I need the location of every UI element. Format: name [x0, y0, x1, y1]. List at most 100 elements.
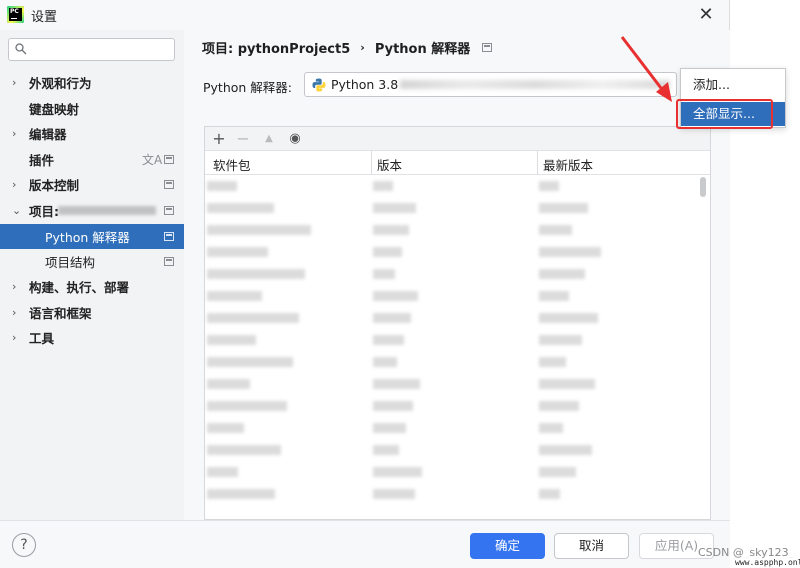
ok-button[interactable]: 确定 [470, 533, 545, 559]
sidebar-item-project-structure[interactable]: 项目结构 [0, 249, 184, 274]
settings-search[interactable] [8, 38, 175, 61]
redacted-cell [373, 269, 395, 279]
sidebar-item-project[interactable]: ⌄ 项目: [0, 198, 184, 223]
redacted-cell [539, 423, 563, 433]
packages-table-body[interactable] [205, 175, 710, 519]
sidebar-item-label: 编辑器 [29, 127, 67, 142]
breadcrumb-separator: › [360, 41, 365, 54]
column-header-version[interactable]: 版本 [377, 155, 402, 174]
redacted-cell [373, 401, 413, 411]
search-input[interactable] [33, 41, 171, 58]
table-row[interactable] [205, 461, 700, 483]
table-row[interactable] [205, 373, 700, 395]
sidebar-item-build-execution[interactable]: › 构建、执行、部署 [0, 274, 184, 299]
redacted-cell [539, 357, 566, 367]
table-row[interactable] [205, 417, 700, 439]
sidebar-item-tools[interactable]: › 工具 [0, 325, 184, 350]
watermark-site: www.aspphp.online [735, 558, 800, 567]
project-scope-icon [164, 257, 174, 266]
table-row[interactable] [205, 241, 700, 263]
table-row[interactable] [205, 175, 700, 197]
redacted-cell [373, 203, 416, 213]
table-row[interactable] [205, 263, 700, 285]
redacted-project-name [58, 206, 156, 215]
redacted-cell [373, 313, 411, 323]
table-row[interactable] [205, 351, 700, 373]
breadcrumb-project: 项目: pythonProject5 [202, 42, 351, 57]
redacted-cell [373, 445, 399, 455]
table-row[interactable] [205, 329, 700, 351]
redacted-cell [373, 379, 420, 389]
breadcrumb-page: Python 解释器 [374, 42, 471, 57]
remove-package-button[interactable]: − [233, 129, 253, 149]
upgrade-package-button[interactable]: ▲ [259, 129, 279, 149]
redacted-cell [373, 291, 418, 301]
redacted-cell [373, 467, 422, 477]
chevron-right-icon: › [12, 280, 17, 293]
chevron-right-icon: › [12, 178, 17, 191]
sidebar-item-label: 外观和行为 [29, 76, 92, 91]
sidebar-item-version-control[interactable]: › 版本控制 [0, 172, 184, 197]
sidebar-item-editor[interactable]: › 编辑器 [0, 121, 184, 146]
redacted-cell [539, 489, 560, 499]
project-scope-icon [164, 232, 174, 241]
table-row[interactable] [205, 439, 700, 461]
highlight-box [676, 99, 773, 129]
project-scope-icon [164, 180, 174, 189]
help-button[interactable]: ? [12, 533, 36, 557]
table-row[interactable] [205, 395, 700, 417]
sidebar-item-label: 项目: [29, 204, 59, 219]
eye-icon[interactable]: ◉ [285, 129, 305, 149]
cancel-button[interactable]: 取消 [554, 533, 629, 559]
pycharm-logo-icon: PC [7, 6, 24, 23]
redacted-cell [207, 401, 287, 411]
table-scrollbar[interactable] [700, 177, 706, 197]
redacted-cell [539, 269, 585, 279]
redacted-cell [539, 401, 579, 411]
table-row[interactable] [205, 483, 700, 505]
column-header-latest[interactable]: 最新版本 [543, 155, 593, 174]
table-row[interactable] [205, 285, 700, 307]
redacted-cell [373, 357, 397, 367]
redacted-cell [207, 181, 237, 191]
project-scope-icon [164, 206, 174, 215]
redacted-cell [373, 225, 409, 235]
add-package-button[interactable]: + [209, 129, 229, 149]
interpreter-value: Python 3.8 [331, 77, 399, 92]
interpreter-label: Python 解释器: [203, 80, 293, 95]
column-header-package[interactable]: 软件包 [213, 155, 251, 174]
redacted-cell [207, 247, 268, 257]
chevron-down-icon: ⌄ [12, 204, 22, 217]
table-row[interactable] [205, 197, 700, 219]
redacted-cell [539, 467, 576, 477]
packages-table-header: 软件包 版本 最新版本 [205, 151, 710, 175]
table-row[interactable] [205, 219, 700, 241]
redacted-cell [207, 423, 244, 433]
redacted-cell [539, 203, 588, 213]
redacted-cell [373, 489, 415, 499]
sidebar-item-languages[interactable]: › 语言和框架 [0, 300, 184, 325]
chevron-right-icon: › [12, 306, 17, 319]
python-logo-icon [312, 78, 326, 92]
column-divider [537, 151, 538, 175]
redacted-cell [373, 247, 402, 257]
table-row[interactable] [205, 307, 700, 329]
sidebar-item-label: 工具 [29, 331, 55, 346]
redacted-cell [539, 247, 601, 257]
sidebar-item-python-interpreter[interactable]: Python 解释器 [0, 224, 184, 249]
redacted-cell [373, 423, 406, 433]
redacted-cell [207, 467, 238, 477]
redacted-cell [207, 335, 256, 345]
sidebar-item-appearance[interactable]: › 外观和行为 [0, 70, 184, 95]
redacted-cell [207, 313, 299, 323]
project-scope-icon [164, 155, 174, 164]
dialog-footer: ? 确定 取消 应用(A) [0, 520, 730, 568]
redacted-cell [207, 489, 275, 499]
sidebar-item-label: 构建、执行、部署 [29, 280, 130, 295]
annotation-arrow-icon [620, 36, 672, 102]
close-icon[interactable]: ✕ [694, 3, 718, 27]
sidebar-item-plugins[interactable]: 插件 文A [0, 147, 184, 172]
menu-item-add[interactable]: 添加... [681, 73, 785, 97]
sidebar-item-label: 键盘映射 [29, 102, 80, 117]
sidebar-item-keymap[interactable]: 键盘映射 [0, 96, 184, 121]
